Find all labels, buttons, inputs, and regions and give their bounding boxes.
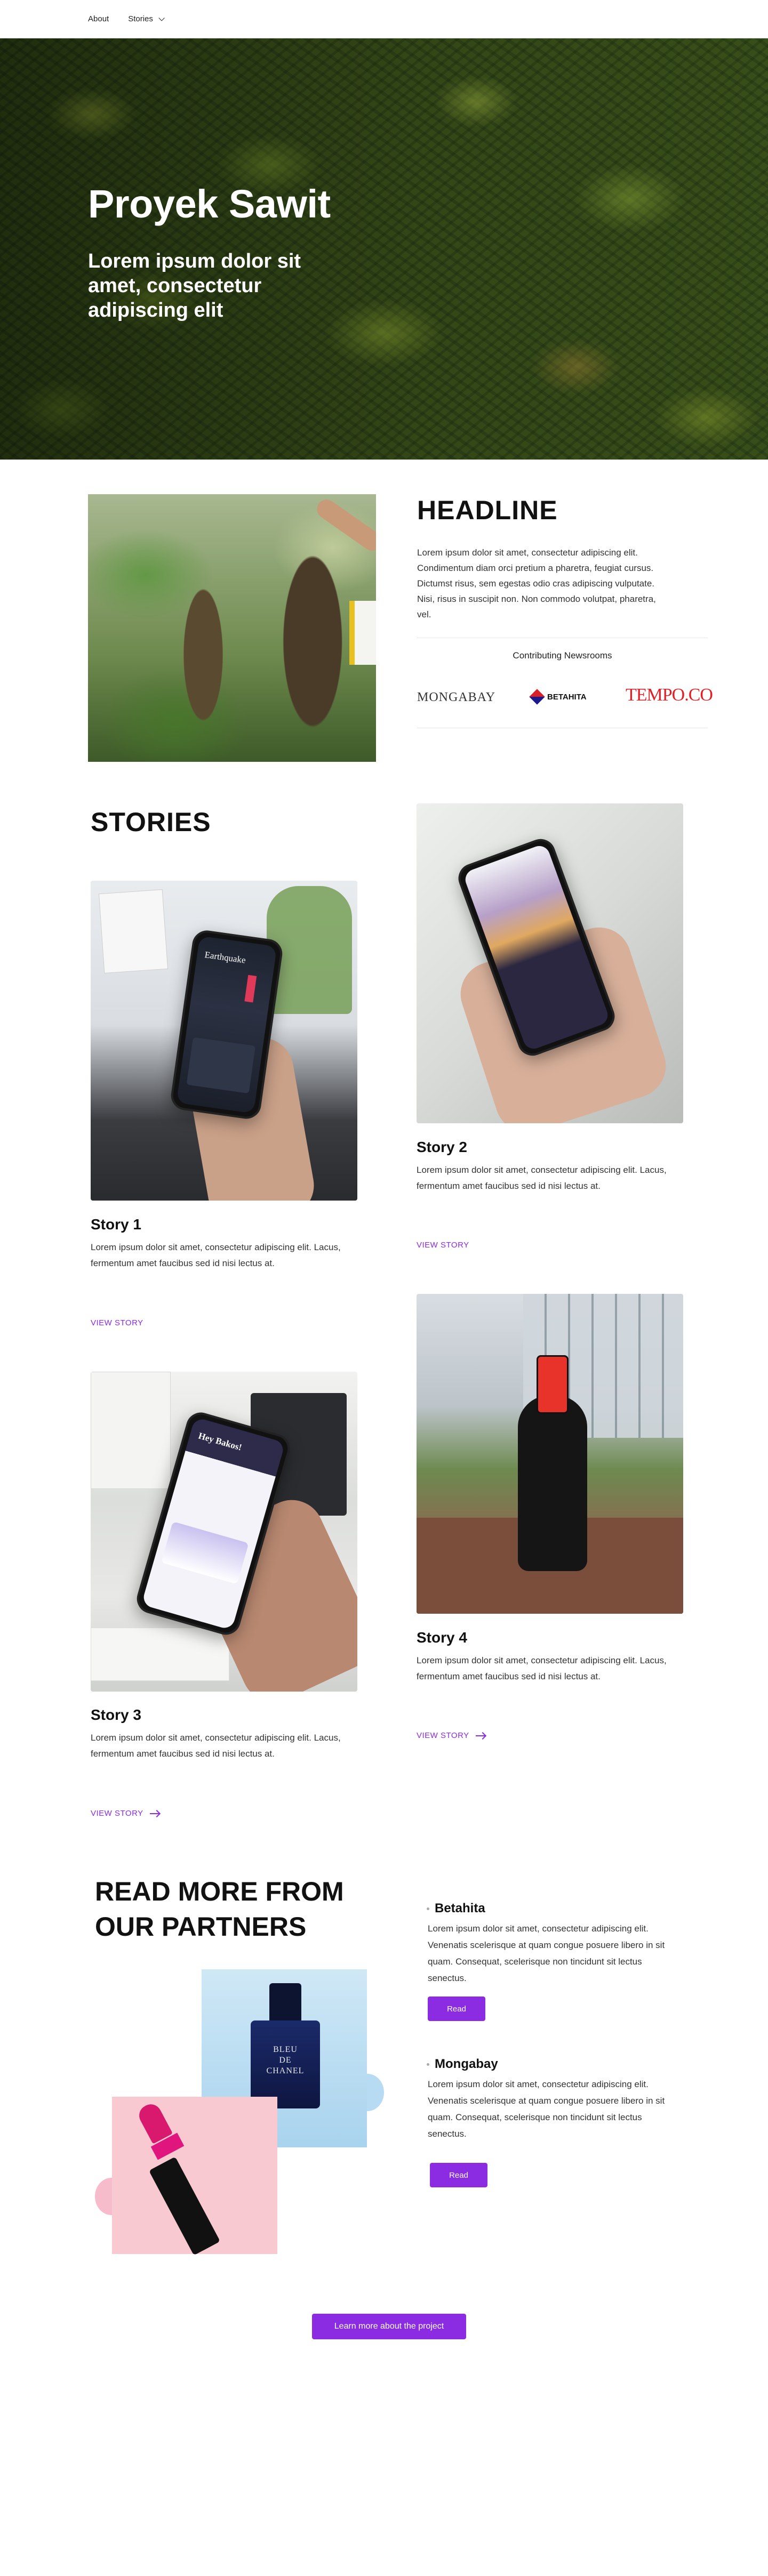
story-4-link-label: VIEW STORY [417, 1731, 469, 1740]
betahita-mark-icon [529, 689, 545, 705]
partner-betahita-body: Lorem ipsum dolor sit amet, consectetur … [428, 1923, 665, 1983]
bottle-cap-shape [269, 1983, 301, 2023]
contributing-newsrooms-label: Contributing Newsrooms [513, 650, 612, 661]
data-card [186, 1037, 255, 1094]
story-3-image[interactable]: Hey Bakos! [91, 1372, 357, 1692]
red-phone-shape [537, 1355, 569, 1414]
story-4-image[interactable] [417, 1294, 683, 1614]
partners-title: READ MORE FROM OUR PARTNERS [95, 1877, 344, 1942]
mongabay-logo[interactable]: MONGABAY [417, 690, 495, 705]
nav-about-label: About [88, 14, 109, 23]
story-1-link[interactable]: VIEW STORY [91, 1318, 143, 1327]
story-1-body: Lorem ipsum dolor sit amet, consectetur … [91, 1242, 341, 1268]
hero-subtitle: Lorem ipsum dolor sit amet, consectetur … [88, 250, 301, 321]
partner-mongabay-name: Mongabay [427, 2057, 498, 2072]
story-2-body: Lorem ipsum dolor sit amet, consectetur … [417, 1165, 667, 1191]
nav-about-link[interactable]: About [88, 14, 109, 23]
learn-more-button[interactable]: Learn more about the project [312, 2314, 466, 2339]
mongabay-read-button[interactable]: Read [430, 2163, 487, 2187]
hero-banner: Proyek Sawit Lorem ipsum dolor sit amet,… [0, 38, 768, 460]
story-2-image[interactable] [417, 803, 683, 1123]
headline-body: Lorem ipsum dolor sit amet, consectetur … [417, 548, 656, 619]
tempo-logo[interactable]: TEMPO.CO [626, 685, 713, 705]
story-3-title: Story 3 [91, 1706, 141, 1723]
chart-area [161, 1521, 249, 1584]
story-3-link[interactable]: VIEW STORY [91, 1809, 159, 1818]
story-1-title: Story 1 [91, 1216, 141, 1233]
story-3-body: Lorem ipsum dolor sit amet, consectetur … [91, 1733, 341, 1759]
chart-bar [244, 975, 257, 1003]
person-shape [518, 1395, 587, 1571]
nav-stories-dropdown[interactable]: Stories [128, 14, 165, 23]
betahita-read-button[interactable]: Read [428, 1997, 485, 2021]
story-2-title: Story 2 [417, 1139, 467, 1155]
arrow-right-icon [475, 1735, 485, 1736]
paper-sketch [98, 889, 169, 974]
fern-tree-image [88, 494, 376, 762]
story-4-link[interactable]: VIEW STORY [417, 1731, 485, 1740]
story-4-body: Lorem ipsum dolor sit amet, consectetur … [417, 1655, 667, 1681]
story-1-image[interactable]: Earthquake [91, 881, 357, 1201]
story-3-link-label: VIEW STORY [91, 1809, 143, 1818]
partner-mongabay-body: Lorem ipsum dolor sit amet, consectetur … [428, 2079, 665, 2139]
hey-bakos-label: Hey Bakos! [197, 1430, 243, 1453]
earthquake-label: Earthquake [204, 949, 246, 965]
betahita-logo[interactable]: BETAHITA [529, 689, 587, 705]
arm-shape [313, 496, 376, 554]
partner-name-text: Betahita [435, 1901, 485, 1915]
story-2-link-label: VIEW STORY [417, 1241, 469, 1250]
chevron-down-icon [158, 14, 165, 21]
paper-sketch [91, 1372, 171, 1489]
partner-betahita-name: Betahita [427, 1901, 485, 1916]
top-nav: About Stories [0, 0, 768, 38]
nav-stories-label: Stories [128, 14, 153, 23]
betahita-logo-text: BETAHITA [547, 692, 587, 702]
headline: HEADLINE [417, 495, 558, 525]
sleeve-shape [349, 601, 376, 665]
story-2-link[interactable]: VIEW STORY [417, 1241, 469, 1250]
arrow-right-icon [149, 1813, 159, 1814]
story-4-title: Story 4 [417, 1629, 467, 1646]
stories-title: STORIES [91, 807, 211, 837]
bottle-label: BLEU DE CHANEL [266, 2045, 305, 2075]
story-1-link-label: VIEW STORY [91, 1318, 143, 1327]
partner-name-text: Mongabay [435, 2057, 498, 2071]
phone-screen: Earthquake [176, 936, 277, 1114]
keyboard-shape [91, 1628, 229, 1681]
hero-title: Proyek Sawit [88, 182, 331, 226]
